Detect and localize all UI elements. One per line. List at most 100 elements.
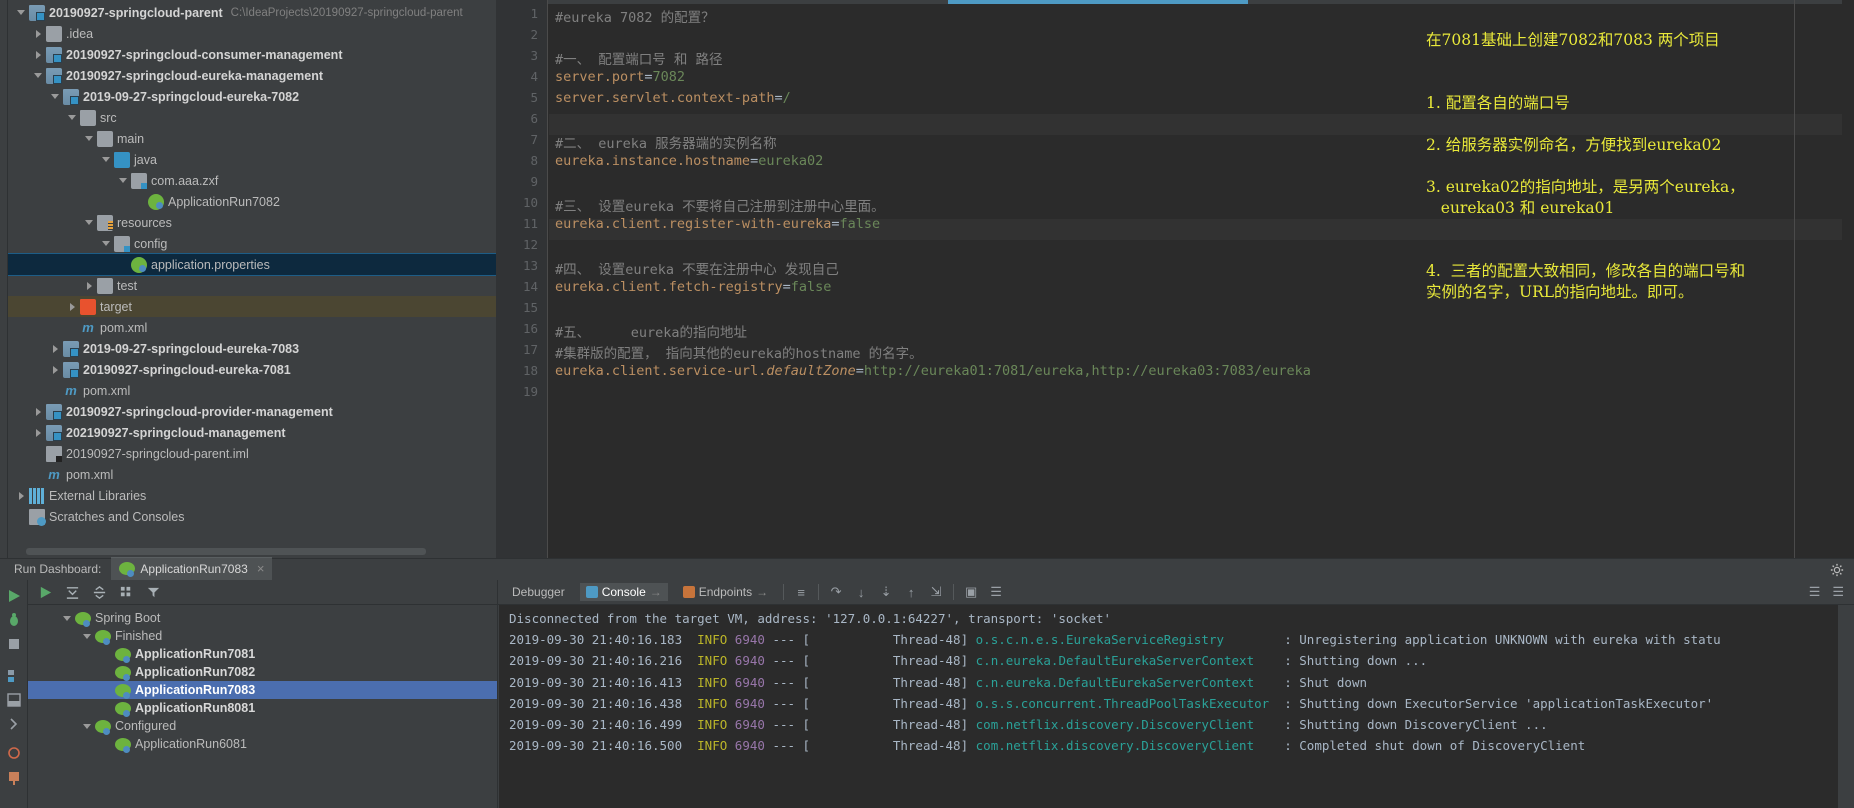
tree-row[interactable]: 2019-09-27-springcloud-eureka-7082: [8, 86, 496, 107]
chevron-right-icon[interactable]: [50, 343, 61, 354]
code-line[interactable]: #集群版的配置， 指向其他的eureka的hostname 的名字。: [555, 342, 923, 362]
chevron-right-icon[interactable]: [33, 406, 44, 417]
tree-row[interactable]: m pom.xml: [8, 380, 496, 401]
run-dashboard-tab[interactable]: ApplicationRun7083 ×: [111, 557, 273, 580]
tree-row[interactable]: 20190927-springcloud-consumer-management: [8, 44, 496, 65]
run-dashboard-panel[interactable]: Spring Boot Finished ApplicationRun7081 App…: [28, 580, 498, 808]
force-step-into-icon[interactable]: ⇣: [878, 584, 894, 600]
watches-icon[interactable]: ☰: [988, 584, 1004, 600]
console-tab-console[interactable]: Console →: [579, 583, 668, 601]
run-dashboard-row[interactable]: ApplicationRun8081: [28, 699, 497, 717]
editor-gutter[interactable]: 1 2 3 4 5 6 7 8 9 10 11 12 13 14 15 16 17 18 19: [496, 0, 548, 558]
tree-row[interactable]: Scratches and Consoles: [8, 506, 496, 527]
code-line[interactable]: server.port=7082: [555, 69, 685, 85]
chevron-down-icon[interactable]: [16, 7, 27, 18]
horizontal-scrollbar[interactable]: [26, 548, 426, 555]
code-line[interactable]: eureka.client.fetch-registry=false: [555, 279, 831, 295]
chevron-down-icon[interactable]: [118, 175, 129, 186]
run-dashboard-row[interactable]: ApplicationRun7081: [28, 645, 497, 663]
run-dashboard-tree[interactable]: Spring Boot Finished ApplicationRun7081 App…: [28, 605, 497, 753]
chevron-down-icon[interactable]: [50, 91, 61, 102]
scroll-end-icon[interactable]: ☰: [1832, 584, 1844, 600]
tree-row[interactable]: main: [8, 128, 496, 149]
code-line[interactable]: eureka.client.register-with-eureka=false: [555, 216, 880, 232]
chevron-down-icon[interactable]: [82, 721, 93, 732]
console-panel[interactable]: Debugger Console → Endpoints → ≡ ↷ ↓ ⇣ ↑ ⇲ ▣ ☰ ☰ ☰ Dis…: [498, 580, 1854, 808]
code-line[interactable]: eureka.instance.hostname=eureka02: [555, 153, 823, 169]
run-dashboard-row[interactable]: Finished: [28, 627, 497, 645]
settings-icon[interactable]: [6, 745, 22, 761]
step-over-icon[interactable]: ↷: [828, 584, 844, 600]
chevron-down-icon[interactable]: [67, 112, 78, 123]
tree-row[interactable]: 20190927-springcloud-parent C:\IdeaProjec…: [8, 2, 496, 23]
tree-row[interactable]: ApplicationRun7082: [8, 191, 496, 212]
tree-row[interactable]: 20190927-springcloud-parent.iml: [8, 443, 496, 464]
chevron-right-icon[interactable]: [84, 280, 95, 291]
chevron-down-icon[interactable]: [101, 154, 112, 165]
chevron-right-icon[interactable]: [67, 301, 78, 312]
console-scrollbar[interactable]: [1838, 605, 1854, 808]
tree-row[interactable]: test: [8, 275, 496, 296]
tree-row[interactable]: target: [8, 296, 496, 317]
chevron-right-icon[interactable]: [33, 28, 44, 39]
console-toolbar[interactable]: Debugger Console → Endpoints → ≡ ↷ ↓ ⇣ ↑ ⇲ ▣ ☰ ☰ ☰: [498, 580, 1854, 605]
console-tab-endpoints[interactable]: Endpoints →: [677, 583, 774, 601]
tree-row[interactable]: 20190927-springcloud-eureka-management: [8, 65, 496, 86]
tree-row[interactable]: 20190927-springcloud-eureka-7081: [8, 359, 496, 380]
tab-detach-arrow-icon[interactable]: →: [650, 585, 662, 599]
code-line[interactable]: #三、 设置eureka 不要将自己注册到注册中心里面。: [555, 195, 885, 215]
step-out-icon[interactable]: ↑: [903, 585, 919, 600]
tree-row[interactable]: 202190927-springcloud-management: [8, 422, 496, 443]
debug-icon[interactable]: [6, 612, 22, 628]
code-line[interactable]: #四、 设置eureka 不要在注册中心 发现自己: [555, 258, 839, 278]
structure-icon[interactable]: [6, 668, 22, 684]
tree-row[interactable]: 20190927-springcloud-provider-management: [8, 401, 496, 422]
tree-row[interactable]: resources: [8, 212, 496, 233]
pin-icon[interactable]: [6, 770, 22, 786]
chevron-down-icon[interactable]: [33, 70, 44, 81]
chevron-right-icon[interactable]: [33, 427, 44, 438]
expand-icon[interactable]: [6, 716, 22, 732]
run-dashboard-row[interactable]: ApplicationRun6081: [28, 735, 497, 753]
run-icon[interactable]: [6, 588, 22, 604]
expand-all-icon[interactable]: [65, 585, 80, 600]
bottom-left-tool-strip[interactable]: [0, 580, 28, 808]
chevron-right-icon[interactable]: [33, 49, 44, 60]
evaluate-icon[interactable]: ▣: [963, 584, 979, 600]
run-dashboard-row[interactable]: Configured: [28, 717, 497, 735]
tree-row[interactable]: m pom.xml: [8, 464, 496, 485]
collapse-all-icon[interactable]: [92, 585, 107, 600]
run-icon[interactable]: [38, 585, 53, 600]
console-output[interactable]: Disconnected from the target VM, address…: [499, 605, 1854, 808]
drop-frame-icon[interactable]: ⇲: [928, 584, 944, 600]
group-icon[interactable]: [119, 585, 134, 600]
chevron-right-icon[interactable]: [16, 490, 27, 501]
run-dashboard-row[interactable]: Spring Boot: [28, 609, 497, 627]
run-dashboard-tabbar[interactable]: Run Dashboard: ApplicationRun7083 ×: [0, 557, 1854, 580]
console-tab-debugger[interactable]: Debugger: [506, 583, 571, 601]
code-line[interactable]: server.servlet.context-path=/: [555, 90, 791, 106]
editor-scrollbar[interactable]: [1842, 0, 1854, 558]
tab-detach-arrow-icon[interactable]: →: [756, 585, 768, 599]
tree-row[interactable]: com.aaa.zxf: [8, 170, 496, 191]
restore-layout-icon[interactable]: [6, 692, 22, 708]
code-line[interactable]: eureka.client.service-url.defaultZone=ht…: [555, 363, 1311, 379]
chevron-down-icon[interactable]: [62, 613, 73, 624]
gear-icon[interactable]: [1830, 563, 1844, 577]
chevron-down-icon[interactable]: [84, 217, 95, 228]
code-line[interactable]: #二、 eureka 服务器端的实例名称: [555, 132, 777, 152]
code-line[interactable]: #五、 eureka的指向地址: [555, 321, 747, 341]
tree-row[interactable]: config: [8, 233, 496, 254]
code-line[interactable]: #一、 配置端口号 和 路径: [555, 48, 723, 68]
code-line[interactable]: #eureka 7082 的配置？: [555, 6, 715, 26]
stop-icon[interactable]: [6, 636, 22, 652]
chevron-right-icon[interactable]: [50, 364, 61, 375]
run-dashboard-row[interactable]: ApplicationRun7083: [28, 681, 497, 699]
filter-icon[interactable]: [146, 585, 161, 600]
editor-code[interactable]: #eureka 7082 的配置？ #一、 配置端口号 和 路径 server.po…: [549, 0, 1854, 558]
step-into-icon[interactable]: ↓: [853, 585, 869, 600]
chevron-down-icon[interactable]: [101, 238, 112, 249]
editor-area[interactable]: 1 2 3 4 5 6 7 8 9 10 11 12 13 14 15 16 17 18 19 #eureka 70…: [496, 0, 1854, 558]
tree-row[interactable]: java: [8, 149, 496, 170]
chevron-down-icon[interactable]: [84, 133, 95, 144]
